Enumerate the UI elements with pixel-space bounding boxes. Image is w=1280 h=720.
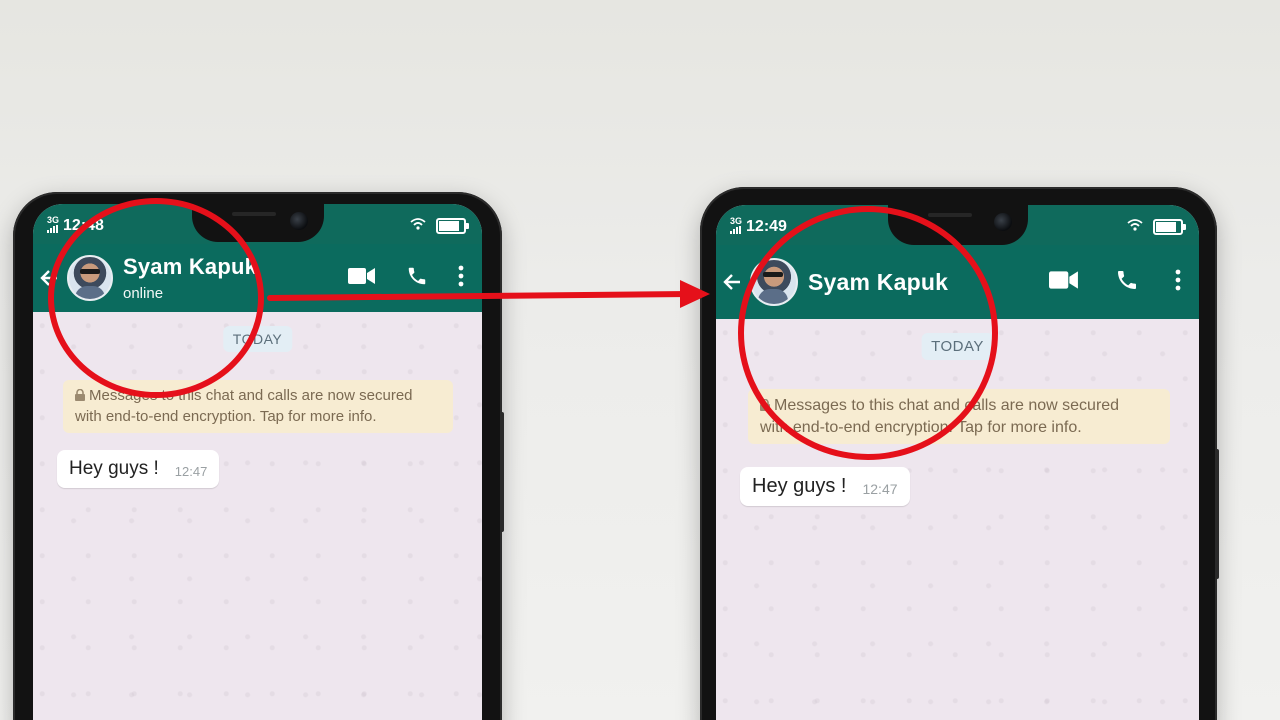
arrow-annotation bbox=[267, 280, 710, 308]
